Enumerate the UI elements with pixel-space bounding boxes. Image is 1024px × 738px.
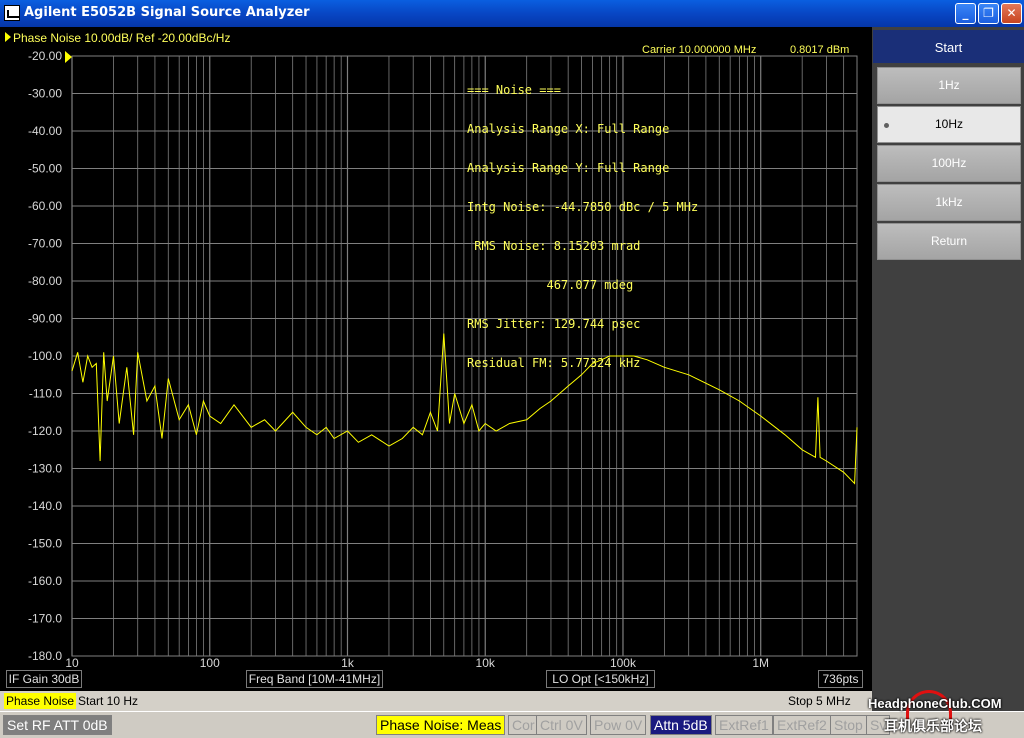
maximize-button[interactable]: ❐ xyxy=(978,3,999,24)
sweep-range-bar: Phase Noise Start 10 Hz Stop 5 MHz xyxy=(0,691,872,711)
softkey-100hz[interactable]: 100Hz xyxy=(877,145,1021,182)
softkey-1hz[interactable]: 1Hz xyxy=(877,67,1021,104)
trace-header: Phase Noise 10.00dB/ Ref -20.00dBc/Hz xyxy=(5,31,231,45)
extref1-status: ExtRef1 xyxy=(715,715,773,735)
watermark-text-cn: 耳机俱乐部论坛 xyxy=(884,719,982,735)
trace-header-text: Phase Noise 10.00dB/ Ref -20.00dBc/Hz xyxy=(13,31,231,45)
y-tick-label: -90.00 xyxy=(28,312,62,326)
softkey-label: 10Hz xyxy=(934,117,963,131)
freq-band-status[interactable]: Freq Band [10M-41MHz] xyxy=(246,670,383,688)
softkey-panel: Start 1Hz 10Hz 100Hz 1kHz Return xyxy=(872,27,1024,711)
set-rf-att-status: Set RF ATT 0dB xyxy=(3,715,112,735)
noise-panel-line: Intg Noise: -44.7850 dBc / 5 MHz xyxy=(467,200,699,214)
title-bar: Agilent E5052B Signal Source Analyzer _ … xyxy=(0,0,1024,27)
x-tick-label: 1M xyxy=(752,656,769,670)
x-tick-label: 100k xyxy=(610,656,637,670)
points-status[interactable]: 736pts xyxy=(818,670,863,688)
measurement-label[interactable]: Phase Noise xyxy=(4,693,77,709)
x-tick-label: 100 xyxy=(200,656,220,670)
y-tick-label: -180.0 xyxy=(28,649,62,663)
app-window: Agilent E5052B Signal Source Analyzer _ … xyxy=(0,0,1024,738)
softkey-label: Return xyxy=(930,234,968,248)
watermark-text-en: HeadphoneClub.COM xyxy=(868,696,1002,711)
x-axis-ticks: 10 100 1k 10k 100k 1M xyxy=(65,656,769,670)
x-tick-label: 10k xyxy=(476,656,496,670)
selected-indicator-icon xyxy=(884,123,889,128)
measurement-display: -20.00 -30.00 -40.00 -50.00 -60.00 -70.00 -80.… xyxy=(0,27,872,691)
measurement-mode-status: Phase Noise: Meas xyxy=(376,715,506,735)
carrier-frequency: Carrier 10.000000 MHz xyxy=(642,44,757,56)
y-tick-label: -120.0 xyxy=(28,424,62,438)
y-tick-label: -30.00 xyxy=(28,87,62,101)
ctrl-status: Ctrl 0V xyxy=(536,715,587,735)
minimize-button[interactable]: _ xyxy=(955,3,976,24)
y-tick-label: -50.00 xyxy=(28,162,62,176)
x-tick-label: 1k xyxy=(341,656,355,670)
y-tick-label: -40.00 xyxy=(28,124,62,138)
softkey-1khz[interactable]: 1kHz xyxy=(877,184,1021,221)
close-button[interactable]: ✕ xyxy=(1001,3,1022,24)
y-tick-label: -160.0 xyxy=(28,574,62,588)
y-tick-label: -60.00 xyxy=(28,199,62,213)
attn-status: Attn 5dB xyxy=(650,715,712,735)
instrument-status-bar: IF Gain 30dB Freq Band [10M-41MHz] LO Op… xyxy=(0,669,872,689)
watermark: HeadphoneClub.COM 耳机俱乐部论坛 xyxy=(866,690,1024,738)
noise-panel-line: Analysis Range X: Full Range xyxy=(467,122,670,136)
y-tick-label: -70.00 xyxy=(28,237,62,251)
y-tick-label: -100.0 xyxy=(28,349,62,363)
stop-frequency[interactable]: Stop 5 MHz xyxy=(788,693,851,709)
y-tick-label: -130.0 xyxy=(28,462,62,476)
softkey-10hz[interactable]: 10Hz xyxy=(877,106,1021,143)
lo-opt-status[interactable]: LO Opt [<150kHz] xyxy=(546,670,655,688)
stop-status: Stop xyxy=(830,715,867,735)
window-title: Agilent E5052B Signal Source Analyzer xyxy=(24,5,310,20)
phase-noise-plot: -20.00 -30.00 -40.00 -50.00 -60.00 -70.00 -80.… xyxy=(28,49,858,670)
y-tick-label: -170.0 xyxy=(28,612,62,626)
y-tick-label: -110.0 xyxy=(29,387,62,401)
noise-panel-line: RMS Noise: 8.15203 mrad xyxy=(467,239,641,253)
plot-grid xyxy=(71,55,858,657)
y-tick-label: -20.00 xyxy=(28,49,62,63)
softkey-return[interactable]: Return xyxy=(877,223,1021,260)
pow-status: Pow 0V xyxy=(590,715,647,735)
noise-panel-line: Analysis Range Y: Full Range xyxy=(467,161,670,175)
noise-panel-line: Residual FM: 5.77324 kHz xyxy=(467,356,641,370)
y-axis-ticks: -20.00 -30.00 -40.00 -50.00 -60.00 -70.00 -80.… xyxy=(28,49,62,663)
noise-panel-line: 467.077 mdeg xyxy=(467,278,634,292)
softkey-label: 1kHz xyxy=(935,195,963,209)
softkey-label: 100Hz xyxy=(931,156,967,170)
extref2-status: ExtRef2 xyxy=(773,715,831,735)
cor-status: Cor xyxy=(508,715,539,735)
start-frequency[interactable]: Start 10 Hz xyxy=(78,693,138,709)
app-icon xyxy=(4,5,20,21)
active-trace-marker-icon xyxy=(5,32,11,42)
softkey-label: 1Hz xyxy=(938,78,960,92)
if-gain-status[interactable]: IF Gain 30dB xyxy=(6,670,82,688)
reference-level-marker-icon xyxy=(65,51,72,63)
softkey-menu-title: Start xyxy=(873,30,1024,63)
y-tick-label: -80.00 xyxy=(28,274,62,288)
noise-panel-line: === Noise === xyxy=(467,83,561,97)
x-tick-label: 10 xyxy=(65,656,79,670)
y-tick-label: -140.0 xyxy=(28,499,62,513)
y-tick-label: -150.0 xyxy=(28,537,62,551)
carrier-power: 0.8017 dBm xyxy=(790,44,850,56)
noise-panel-line: RMS Jitter: 129.744 psec xyxy=(467,317,641,331)
noise-analysis-panel: === Noise === Analysis Range X: Full Ran… xyxy=(467,58,698,396)
